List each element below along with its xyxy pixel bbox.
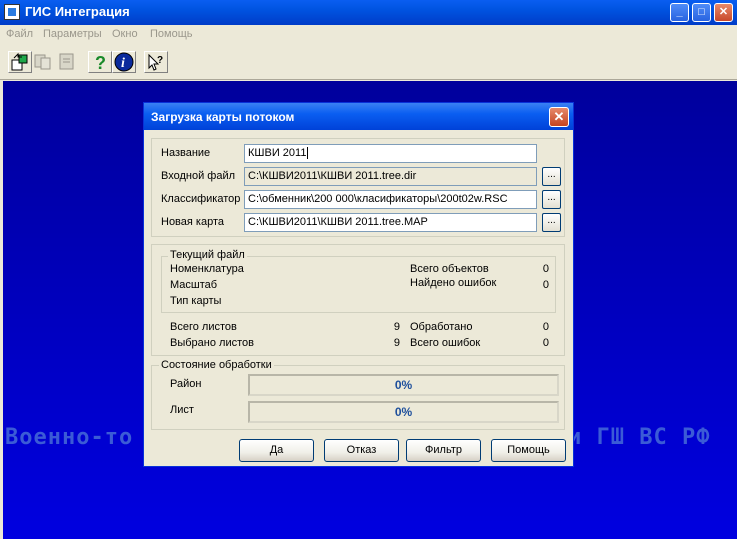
load-map-dialog: Загрузка карты потоком ✕ Название КШВИ 2… [143, 102, 574, 467]
total-sheets-value: 9 [393, 321, 400, 333]
dialog-title: Загрузка карты потоком [151, 110, 295, 124]
copy-map-icon [32, 51, 56, 73]
title-bar: ГИС Интеграция _ □ ✕ [0, 0, 737, 25]
total-errors-label: Всего ошибок [410, 337, 481, 349]
help-icon[interactable]: ? [88, 51, 112, 73]
classifier-browse-button[interactable]: ... [542, 190, 561, 209]
processing-legend: Состояние обработки [159, 359, 274, 371]
svg-text:?: ? [157, 55, 163, 66]
new-map-label: Новая карта [161, 216, 224, 228]
total-sheets-label: Всего листов [170, 321, 237, 333]
app-icon [4, 4, 20, 20]
toolbar: ? i ? [0, 45, 737, 80]
sheet-label: Лист [170, 404, 194, 416]
menu-bar: Файл Параметры Окно Помощь [0, 25, 737, 44]
filter-button[interactable]: Фильтр [406, 439, 481, 462]
total-objects-label: Всего объектов [410, 263, 489, 275]
menu-parameters[interactable]: Параметры [43, 28, 102, 40]
info-icon[interactable]: i [112, 51, 136, 73]
ok-button[interactable]: Да [239, 439, 314, 462]
open-map-icon[interactable] [8, 51, 32, 73]
processed-label: Обработано [410, 321, 473, 333]
sheet-progress-value: 0% [394, 405, 413, 419]
dialog-title-bar: Загрузка карты потоком ✕ [144, 103, 573, 130]
processed-value: 0 [542, 321, 549, 333]
region-progress-bar: 0% [248, 374, 559, 396]
close-button[interactable]: ✕ [714, 3, 733, 22]
banner-text-left: Военно-то [5, 425, 134, 450]
name-field-value: КШВИ 2011 [248, 147, 307, 159]
classifier-field[interactable]: C:\обменник\200 000\класификаторы\200t02… [244, 190, 537, 209]
current-file-legend: Текущий файл [168, 249, 247, 261]
selected-sheets-label: Выбрано листов [170, 337, 254, 349]
errors-found-value: 0 [542, 279, 549, 291]
new-map-field[interactable]: C:\КШВИ2011\КШВИ 2011.tree.MAP [244, 213, 537, 232]
selected-sheets-value: 9 [393, 337, 400, 349]
input-file-field[interactable]: C:\КШВИ2011\КШВИ 2011.tree.dir [244, 167, 537, 186]
errors-found-label: Найдено ошибок [410, 277, 497, 289]
map-type-label: Тип карты [170, 295, 222, 307]
nomenclature-label: Номенклатура [170, 263, 244, 275]
cancel-button[interactable]: Отказ [324, 439, 399, 462]
menu-help[interactable]: Помощь [150, 28, 193, 40]
svg-text:?: ? [95, 53, 106, 72]
sheet-progress-bar: 0% [248, 401, 559, 423]
new-map-browse-button[interactable]: ... [542, 213, 561, 232]
banner-text-right: и ГШ ВС РФ [568, 425, 711, 450]
region-label: Район [170, 378, 202, 390]
input-file-label: Входной файл [161, 170, 236, 182]
svg-text:i: i [121, 56, 125, 71]
text-cursor [307, 147, 309, 159]
total-errors-value: 0 [542, 337, 549, 349]
region-progress-value: 0% [394, 378, 413, 392]
menu-file[interactable]: Файл [6, 28, 33, 40]
context-help-icon[interactable]: ? [144, 51, 168, 73]
input-file-browse-button[interactable]: ... [542, 167, 561, 186]
total-objects-value: 0 [542, 263, 549, 275]
minimize-button[interactable]: _ [670, 3, 689, 22]
paste-map-icon [56, 51, 80, 73]
help-button[interactable]: Помощь [491, 439, 566, 462]
dialog-close-button[interactable]: ✕ [549, 107, 569, 127]
menu-window[interactable]: Окно [112, 28, 138, 40]
maximize-button[interactable]: □ [692, 3, 711, 22]
name-field[interactable]: КШВИ 2011 [244, 144, 537, 163]
classifier-label: Классификатор [161, 193, 241, 205]
scale-label: Масштаб [170, 279, 218, 291]
name-label: Название [161, 147, 211, 159]
app-title: ГИС Интеграция [25, 4, 130, 19]
